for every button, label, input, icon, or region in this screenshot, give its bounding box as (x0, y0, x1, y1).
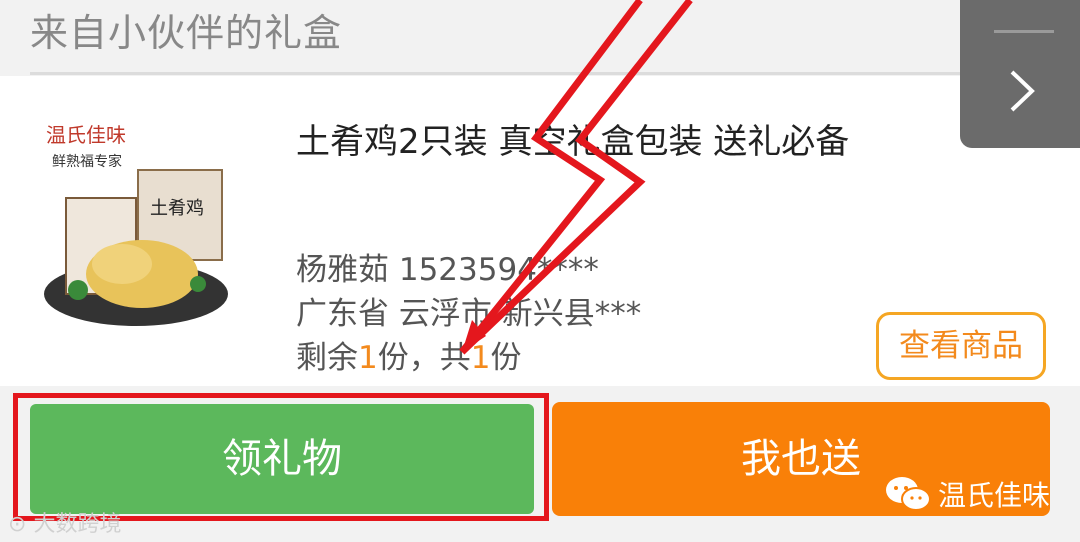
watermark-right: 温氏佳味 (884, 474, 1050, 514)
recipient-address: 广东省 云浮市 新兴县*** (296, 296, 642, 332)
product-box-label: 土肴鸡 (150, 198, 204, 218)
recipient-name-phone: 杨雅茹 1523594**** (296, 252, 599, 288)
product-brand-logo: 温氏佳味 (46, 124, 126, 147)
remain-prefix: 剩余 (296, 340, 358, 376)
remaining-count: 剩余1份，共1份 (296, 336, 641, 380)
header-title: 来自小伙伴的礼盒 (30, 11, 343, 55)
header-divider (30, 72, 1050, 75)
total-count: 1 (470, 340, 491, 376)
recipient-info: 杨雅茹 1523594**** 广东省 云浮市 新兴县*** 剩余1份，共1份 (296, 248, 641, 380)
watermark-right-text: 温氏佳味 (938, 479, 1051, 512)
header: 来自小伙伴的礼盒 (0, 0, 1080, 76)
annotation-highlight-box (13, 393, 549, 521)
watermark-logo-icon: ⊙ (8, 512, 27, 537)
view-goods-button[interactable]: 查看商品 (876, 312, 1046, 380)
remain-mid: 份，共 (377, 340, 471, 376)
gift-card: 温氏佳味 鲜熟福专家 土肴鸡 土肴鸡2只装 真空礼盒包装 送礼必备 杨雅茹 15… (0, 76, 1080, 386)
remain-suffix: 份 (490, 340, 522, 376)
product-title[interactable]: 土肴鸡2只装 真空礼盒包装 送礼必备 (296, 114, 849, 163)
wechat-icon (886, 477, 931, 511)
tab-divider (994, 30, 1054, 33)
product-image[interactable]: 温氏佳味 鲜熟福专家 土肴鸡 (38, 114, 228, 334)
watermark-left: ⊙ 大数跨境 (8, 506, 121, 538)
side-next-tab[interactable] (960, 0, 1080, 148)
product-slogan: 鲜熟福专家 (52, 153, 122, 169)
chevron-right-icon (1010, 70, 1035, 112)
remain-count: 1 (358, 340, 378, 376)
watermark-left-text: 大数跨境 (33, 512, 122, 537)
